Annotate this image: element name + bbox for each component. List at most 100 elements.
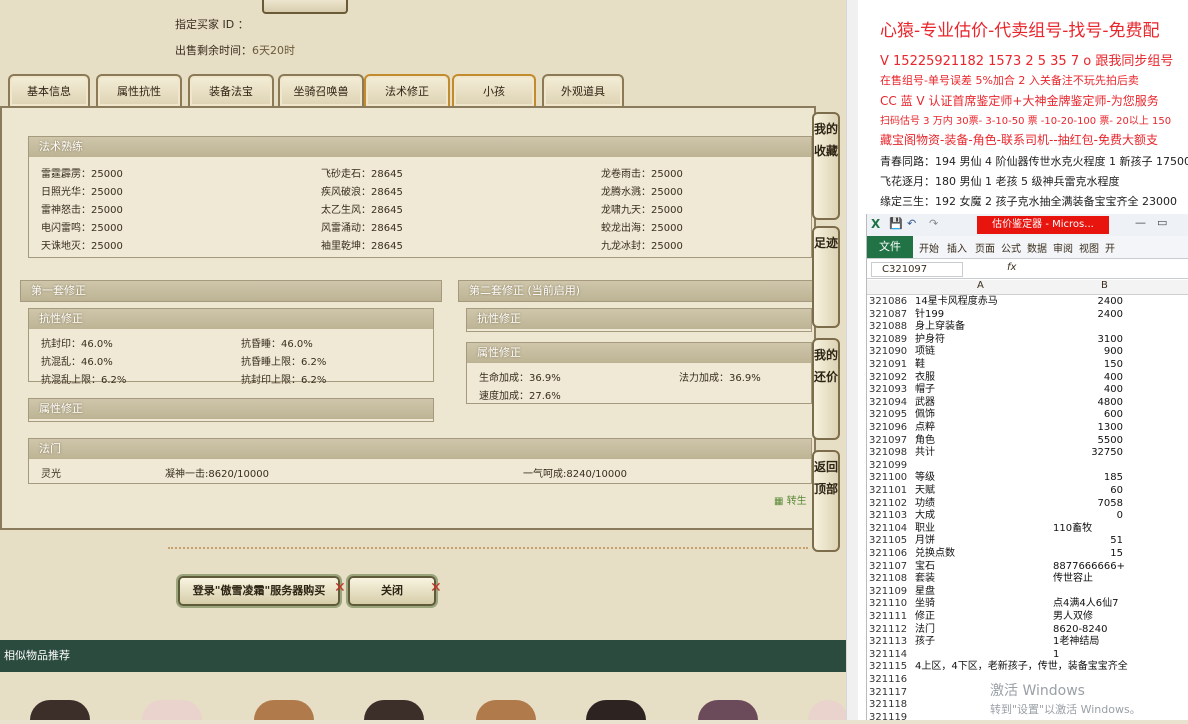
table-row[interactable]: 321088 身上穿装备 (867, 321, 1188, 334)
cell-a[interactable]: 共计 (915, 447, 935, 460)
table-row[interactable]: 321087 针199 2400 (867, 309, 1188, 322)
item-thumbnail[interactable] (808, 700, 848, 720)
tab-basic-info[interactable]: 基本信息 (8, 74, 90, 106)
cell-b[interactable]: 600 (1053, 409, 1123, 422)
table-row[interactable]: 321098 共计 32750 (867, 447, 1188, 460)
table-row[interactable]: 321108 套装 传世容止 (867, 573, 1188, 586)
my-favorites-button[interactable]: 我的收藏 (812, 112, 840, 220)
ribbon-tab-data[interactable]: 数据 (1027, 240, 1047, 255)
tab-child[interactable]: 小孩 (452, 74, 536, 106)
ribbon-tab-layout[interactable]: 页面 (975, 240, 995, 255)
close-button[interactable]: 关闭 (348, 576, 436, 606)
cell-a[interactable]: 大成 (915, 510, 935, 523)
table-row[interactable]: 321093 帽子 400 (867, 384, 1188, 397)
ribbon-tab-review[interactable]: 审阅 (1053, 240, 1073, 255)
item-thumbnail[interactable] (364, 700, 424, 720)
cell-a[interactable]: 修正 (915, 611, 935, 624)
tab-mounts-pets[interactable]: 坐骑召唤兽 (278, 74, 364, 106)
ribbon-tab-formulas[interactable]: 公式 (1001, 240, 1021, 255)
footprint-button[interactable]: 足迹 (812, 226, 840, 328)
item-thumbnail[interactable] (254, 700, 314, 720)
select-button[interactable] (262, 0, 348, 14)
table-row[interactable]: 321090 项链 900 (867, 346, 1188, 359)
table-row[interactable]: 321101 天赋 60 (867, 485, 1188, 498)
cell-b[interactable]: 2400 (1053, 309, 1123, 322)
cell-a[interactable]: 帽子 (915, 384, 935, 397)
table-row[interactable]: 321096 点粹 1300 (867, 422, 1188, 435)
cell-b[interactable]: 400 (1053, 384, 1123, 397)
table-row[interactable]: 321097 角色 5500 (867, 435, 1188, 448)
ribbon-tab-file[interactable]: 文件 (867, 236, 913, 258)
table-row[interactable]: 321115 4上区，4下区，老新孩子，传世，装备宝宝齐全 (867, 661, 1188, 674)
cell-a[interactable]: 星盘 (915, 586, 935, 599)
cell-b[interactable]: 400 (1053, 372, 1123, 385)
item-thumbnail[interactable] (586, 700, 646, 720)
cell-b[interactable]: 1 (1053, 649, 1059, 662)
table-row[interactable]: 321094 武器 4800 (867, 397, 1188, 410)
item-thumbnail[interactable] (476, 700, 536, 720)
cell-a[interactable]: 月饼 (915, 535, 935, 548)
cell-a[interactable]: 护身符 (915, 334, 945, 347)
table-row[interactable]: 321086 14星卡风程度赤马 2400 (867, 296, 1188, 309)
table-row[interactable]: 321100 等级 185 (867, 472, 1188, 485)
tab-attributes[interactable]: 属性抗性 (96, 74, 182, 106)
table-row[interactable]: 321113 孩子 1老神结局 (867, 636, 1188, 649)
cell-a[interactable]: 法门 (915, 624, 935, 637)
cell-b[interactable]: 110畜牧 (1053, 523, 1092, 536)
cell-b[interactable]: 7058 (1053, 498, 1123, 511)
cell-b[interactable]: 2400 (1053, 296, 1123, 309)
cell-b[interactable]: 5500 (1053, 435, 1123, 448)
cell-b[interactable]: 1老神结局 (1053, 636, 1099, 649)
cell-b[interactable]: 1300 (1053, 422, 1123, 435)
table-row[interactable]: 321109 星盘 (867, 586, 1188, 599)
table-row[interactable]: 321105 月饼 51 (867, 535, 1188, 548)
cell-b[interactable]: 8620-8240 (1053, 624, 1108, 637)
cell-a[interactable]: 4上区，4下区，老新孩子，传世，装备宝宝齐全 (915, 661, 1128, 674)
cell-b[interactable]: 点4满4人6仙7 (1053, 598, 1118, 611)
ribbon-tab-insert[interactable]: 插入 (947, 240, 967, 255)
cell-b[interactable]: 传世容止 (1053, 573, 1093, 586)
cell-b[interactable]: 32750 (1053, 447, 1123, 460)
login-buy-button[interactable]: 登录"傲雪凌霜"服务器购买 (178, 576, 340, 606)
tab-spell-correction[interactable]: 法术修正 (364, 74, 450, 106)
cell-a[interactable]: 天赋 (915, 485, 935, 498)
cell-a[interactable]: 佩饰 (915, 409, 935, 422)
tab-equipment[interactable]: 装备法宝 (188, 74, 274, 106)
cell-b[interactable]: 3100 (1053, 334, 1123, 347)
col-header-a[interactable]: A (977, 280, 984, 291)
cell-b[interactable]: 8877666666+ (1053, 561, 1125, 574)
col-header-b[interactable]: B (1101, 280, 1108, 291)
my-counteroffer-button[interactable]: 我的还价 (812, 338, 840, 440)
minimize-icon[interactable]: — (1135, 216, 1146, 229)
cell-b[interactable]: 150 (1053, 359, 1123, 372)
cell-b[interactable]: 男人双修 (1053, 611, 1093, 624)
cell-a[interactable]: 武器 (915, 397, 935, 410)
cell-b[interactable]: 4800 (1053, 397, 1123, 410)
cell-a[interactable]: 项链 (915, 346, 935, 359)
ribbon-tab-dev[interactable]: 开 (1105, 240, 1115, 255)
name-box[interactable]: C321097 (871, 262, 963, 277)
cell-a[interactable]: 衣服 (915, 372, 935, 385)
cell-a[interactable]: 宝石 (915, 561, 935, 574)
maximize-icon[interactable]: ▭ (1157, 216, 1167, 229)
table-row[interactable]: 321111 修正 男人双修 (867, 611, 1188, 624)
save-icon[interactable]: 💾 (889, 217, 903, 230)
cell-a[interactable]: 点粹 (915, 422, 935, 435)
table-row[interactable]: 321103 大成 0 (867, 510, 1188, 523)
cell-b[interactable]: 0 (1053, 510, 1123, 523)
cell-b[interactable]: 900 (1053, 346, 1123, 359)
tab-appearance[interactable]: 外观道具 (542, 74, 624, 106)
cell-b[interactable]: 15 (1053, 548, 1123, 561)
table-row[interactable]: 321092 衣服 400 (867, 372, 1188, 385)
cell-a[interactable]: 鞋 (915, 359, 925, 372)
ribbon-tab-home[interactable]: 开始 (919, 240, 939, 255)
table-row[interactable]: 321095 佩饰 600 (867, 409, 1188, 422)
cell-a[interactable]: 兑换点数 (915, 548, 955, 561)
table-row[interactable]: 321091 鞋 150 (867, 359, 1188, 372)
transfer-link[interactable]: ▦ 转生 (774, 492, 807, 507)
table-row[interactable]: 321104 职业 110畜牧 (867, 523, 1188, 536)
cell-b[interactable]: 60 (1053, 485, 1123, 498)
cell-a[interactable]: 等级 (915, 472, 935, 485)
table-row[interactable]: 321106 兑换点数 15 (867, 548, 1188, 561)
back-to-top-button[interactable]: 返回顶部 (812, 450, 840, 552)
